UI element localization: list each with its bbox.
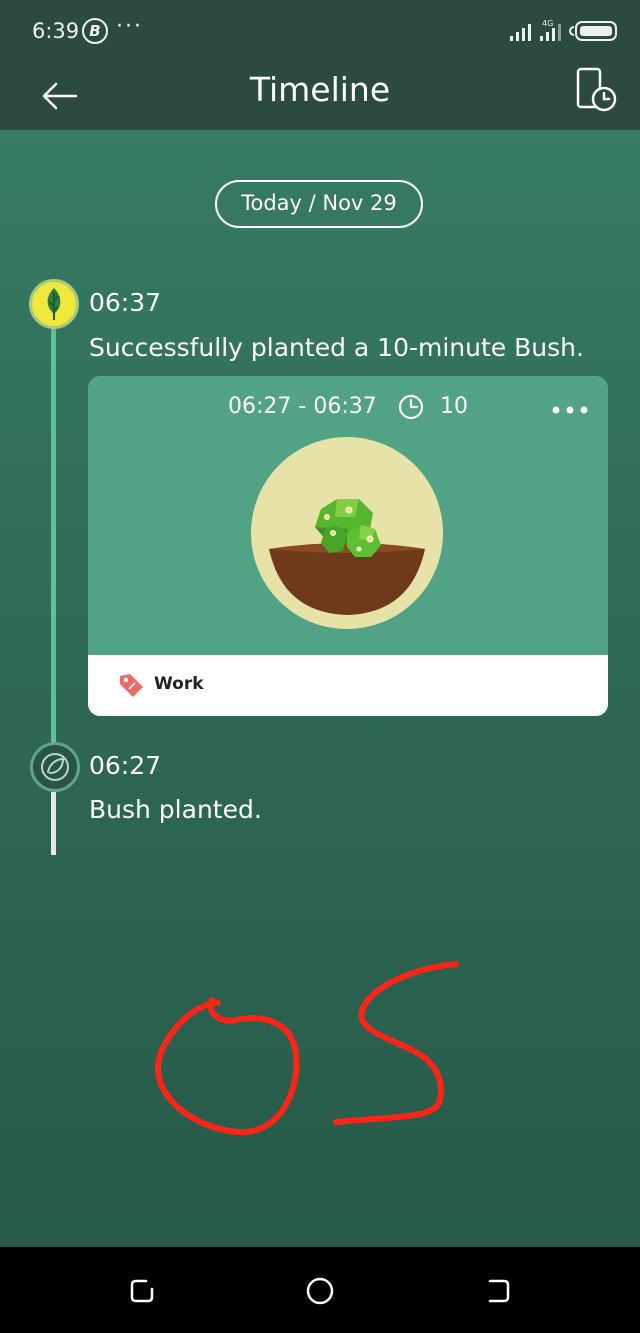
back-nav-icon[interactable] <box>482 1275 514 1307</box>
card-tag-bar[interactable]: Work <box>88 655 608 716</box>
date-filter-button[interactable]: Today / Nov 29 <box>215 180 423 228</box>
status-b-badge-icon: B <box>82 18 108 44</box>
battery-icon <box>569 21 617 41</box>
status-bar: 6:39 B ··· 4G <box>0 0 640 62</box>
phone-clock-icon[interactable] <box>574 66 618 116</box>
clock-icon <box>398 394 424 420</box>
timeline-line-pending <box>51 792 56 855</box>
system-nav-bar <box>0 1247 640 1333</box>
page-title: Timeline <box>249 70 391 109</box>
session-duration: 10 <box>440 394 468 419</box>
tag-icon <box>120 674 143 697</box>
session-card[interactable]: 06:27 - 06:37 10 Work <box>88 376 608 716</box>
bush-illustration <box>251 437 443 629</box>
app-header: Timeline <box>0 62 640 130</box>
entry-time: 06:37 <box>89 288 162 317</box>
status-more-dots: ··· <box>116 14 143 39</box>
status-time: 6:39 <box>32 19 80 43</box>
handwritten-os-annotation <box>154 961 459 1136</box>
svg-text:4G: 4G <box>542 19 553 28</box>
recent-apps-icon[interactable] <box>126 1275 158 1307</box>
entry-text: Bush planted. <box>89 795 262 824</box>
tag-label: Work <box>154 674 204 694</box>
seed-icon <box>30 742 80 792</box>
entry-time: 06:27 <box>89 751 162 780</box>
status-icons: 4G <box>510 19 617 41</box>
sprout-leaf-icon <box>29 279 79 329</box>
session-time-range: 06:27 - 06:37 <box>228 394 377 419</box>
signal-icon <box>510 24 531 41</box>
signal-4g-icon: 4G <box>540 19 561 41</box>
more-options-icon[interactable] <box>550 402 590 418</box>
entry-text: Successfully planted a 10-minute Bush. <box>89 333 584 362</box>
home-icon[interactable] <box>304 1275 336 1307</box>
timeline-line-active <box>51 326 56 748</box>
